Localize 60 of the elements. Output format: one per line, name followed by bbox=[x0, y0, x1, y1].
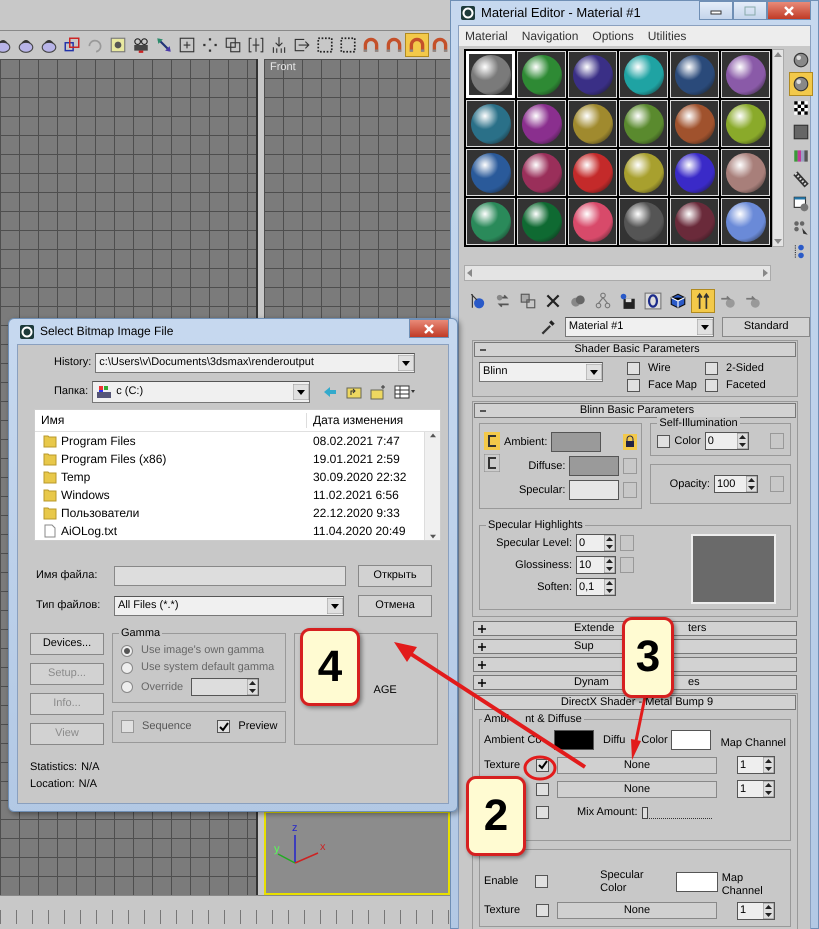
field-label: Texture bbox=[484, 758, 522, 772]
color-label: Ambient: bbox=[504, 436, 548, 449]
rollout-title: ters bbox=[688, 622, 706, 636]
field-value: N/A bbox=[81, 761, 100, 774]
field-label: Mix Amount: bbox=[577, 806, 638, 820]
field-label: Папка: bbox=[54, 385, 88, 399]
file-date: 08.02.2021 7:47 bbox=[312, 434, 400, 448]
checkbox-label: Face Map bbox=[648, 379, 697, 392]
field-label: Map Channel bbox=[720, 736, 786, 750]
field-label: Specular Color bbox=[600, 868, 645, 895]
file-date: 11.02.2021 6:56 bbox=[312, 488, 399, 502]
rollout-title: es bbox=[688, 676, 700, 690]
callout-tooltip: 3 bbox=[622, 617, 674, 698]
rollout-title: Sup bbox=[574, 640, 595, 654]
field-label: Enable bbox=[484, 875, 520, 888]
checkbox-label: Sequence bbox=[142, 720, 192, 734]
checkbox-label: 2-Sided bbox=[726, 362, 764, 376]
field-label: Texture bbox=[484, 904, 522, 918]
axis-label: z bbox=[292, 822, 298, 834]
rollout-title: DirectX Shader - Metal Bump 9 bbox=[560, 696, 714, 710]
color-label: Specular: bbox=[518, 484, 566, 497]
file-date: 22.12.2020 9:33 bbox=[312, 506, 400, 520]
checkbox-label: Faceted bbox=[726, 379, 766, 392]
window-title: Select Bitmap Image File bbox=[40, 324, 174, 339]
callout-tooltip: 4 bbox=[300, 628, 360, 706]
rollout-title: Blinn Basic Parameters bbox=[578, 404, 696, 418]
field-label: Soften: bbox=[537, 580, 572, 594]
field-label: Location: bbox=[30, 778, 75, 792]
file-date: 19.01.2021 2:59 bbox=[312, 452, 400, 466]
field-label: History: bbox=[54, 356, 92, 370]
window-title: Material Editor - Material #1 bbox=[481, 5, 641, 21]
field-label: Color bbox=[641, 734, 668, 747]
rollout-title: Shader Basic Parameters bbox=[573, 342, 701, 356]
file-date: 30.09.2020 22:32 bbox=[312, 470, 406, 484]
rollout-title: Dynam bbox=[574, 676, 610, 690]
field-label: Glossiness: bbox=[515, 558, 572, 572]
field-label: Statistics: bbox=[30, 761, 78, 774]
callout-tooltip: 2 bbox=[466, 776, 526, 856]
field-label: Diffu bbox=[603, 734, 626, 747]
group-title: nt & Diffuse bbox=[525, 713, 582, 727]
field-label: Имя файла: bbox=[36, 569, 98, 583]
field-label: Opacity: bbox=[670, 478, 710, 491]
group-title: Specular Highlights bbox=[486, 519, 585, 533]
radio-label: Override bbox=[141, 680, 184, 694]
checkbox-label: Wire bbox=[648, 362, 671, 376]
field-value: N/A bbox=[78, 778, 97, 792]
radio-label: Use image's own gamma bbox=[141, 644, 264, 658]
checkbox-label: Color bbox=[674, 434, 701, 448]
axis-label: y bbox=[274, 843, 280, 855]
field-label: Specular Level: bbox=[496, 536, 572, 550]
axis-label: x bbox=[320, 841, 326, 853]
radio-label: Use system default gamma bbox=[141, 661, 274, 674]
checkbox-label: Preview bbox=[238, 720, 278, 734]
field-label: Map Channel bbox=[722, 872, 764, 898]
color-label: Diffuse: bbox=[528, 460, 566, 473]
file-date: 11.04.2020 20:49 bbox=[312, 524, 406, 538]
preview-text: AGE bbox=[373, 684, 397, 698]
rollout-title: Extende bbox=[574, 622, 616, 636]
viewport-label: Front bbox=[270, 61, 297, 74]
field-label: Тип файлов: bbox=[36, 599, 102, 613]
